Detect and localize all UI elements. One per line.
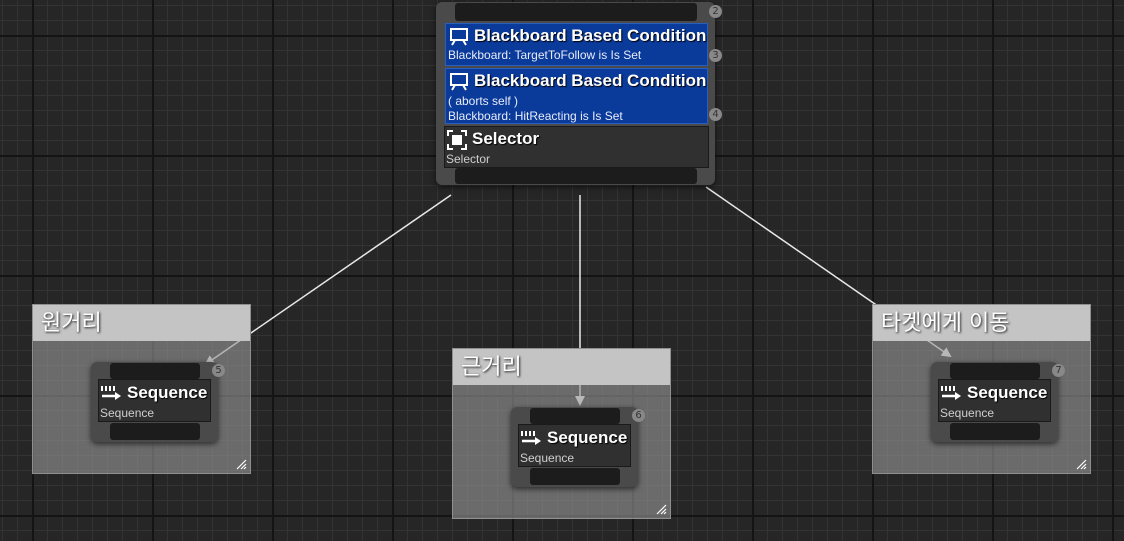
decorator-title: Blackboard Based Condition	[474, 71, 707, 90]
comment-title[interactable]: 원거리	[33, 305, 250, 341]
selector-subtitle: Selector	[446, 152, 491, 166]
comment-title[interactable]: 근거리	[453, 349, 670, 385]
selector-node[interactable]: 2 Blackboard Based Condition Blackboard:…	[436, 2, 722, 185]
selector-composite[interactable]: Selector Selector	[444, 126, 709, 168]
resize-handle-icon[interactable]	[655, 503, 667, 515]
comment-title[interactable]: 타겟에게 이동	[873, 305, 1090, 341]
resize-handle-icon[interactable]	[1075, 458, 1087, 470]
output-pin[interactable]	[950, 423, 1040, 440]
input-pin[interactable]	[455, 3, 697, 21]
sequence-node-move-to-target[interactable]: 7 Sequence Sequence	[931, 362, 1065, 442]
sequence-icon	[941, 386, 961, 400]
execution-index-badge: 5	[212, 364, 225, 377]
decorator-icon	[450, 73, 468, 91]
decorator-description: Blackboard: TargetToFollow is Is Set	[448, 48, 642, 62]
output-pin[interactable]	[110, 423, 200, 440]
decorator-description: Blackboard: HitReacting is Is Set	[448, 109, 623, 123]
decorator-abort-mode: ( aborts self )	[448, 94, 519, 108]
selector-icon	[447, 130, 467, 150]
resize-handle-icon[interactable]	[235, 458, 247, 470]
selector-title: Selector	[472, 129, 540, 148]
output-pin[interactable]	[455, 168, 697, 184]
decorator-blackboard-condition-2[interactable]: Blackboard Based Condition ( aborts self…	[445, 68, 708, 124]
sequence-node-ranged[interactable]: 5 Sequence Sequence	[91, 362, 225, 442]
decorator-title: Blackboard Based Condition	[474, 26, 707, 45]
sequence-subtitle: Sequence	[100, 406, 155, 420]
input-pin[interactable]	[530, 408, 620, 424]
execution-index-badge: 2	[709, 5, 722, 18]
sequence-subtitle: Sequence	[940, 406, 995, 420]
sequence-icon	[101, 386, 121, 400]
sequence-title: Sequence	[547, 428, 628, 447]
sequence-subtitle: Sequence	[520, 451, 575, 465]
sequence-node-melee[interactable]: 6 Sequence Sequence	[511, 407, 645, 487]
execution-index-badge: 6	[632, 409, 645, 422]
output-pin[interactable]	[530, 468, 620, 485]
sequence-composite[interactable]: Sequence Sequence	[98, 379, 211, 422]
decorator-icon	[450, 28, 468, 46]
execution-index-badge: 4	[709, 108, 722, 121]
sequence-title: Sequence	[967, 383, 1048, 402]
sequence-icon	[521, 431, 541, 445]
execution-index-badge: 7	[1052, 364, 1065, 377]
sequence-composite[interactable]: Sequence Sequence	[518, 424, 631, 467]
sequence-title: Sequence	[127, 383, 208, 402]
sequence-composite[interactable]: Sequence Sequence	[938, 379, 1051, 422]
input-pin[interactable]	[110, 363, 200, 379]
execution-index-badge: 3	[709, 49, 722, 62]
input-pin[interactable]	[950, 363, 1040, 379]
decorator-blackboard-condition-1[interactable]: Blackboard Based Condition Blackboard: T…	[445, 23, 708, 66]
